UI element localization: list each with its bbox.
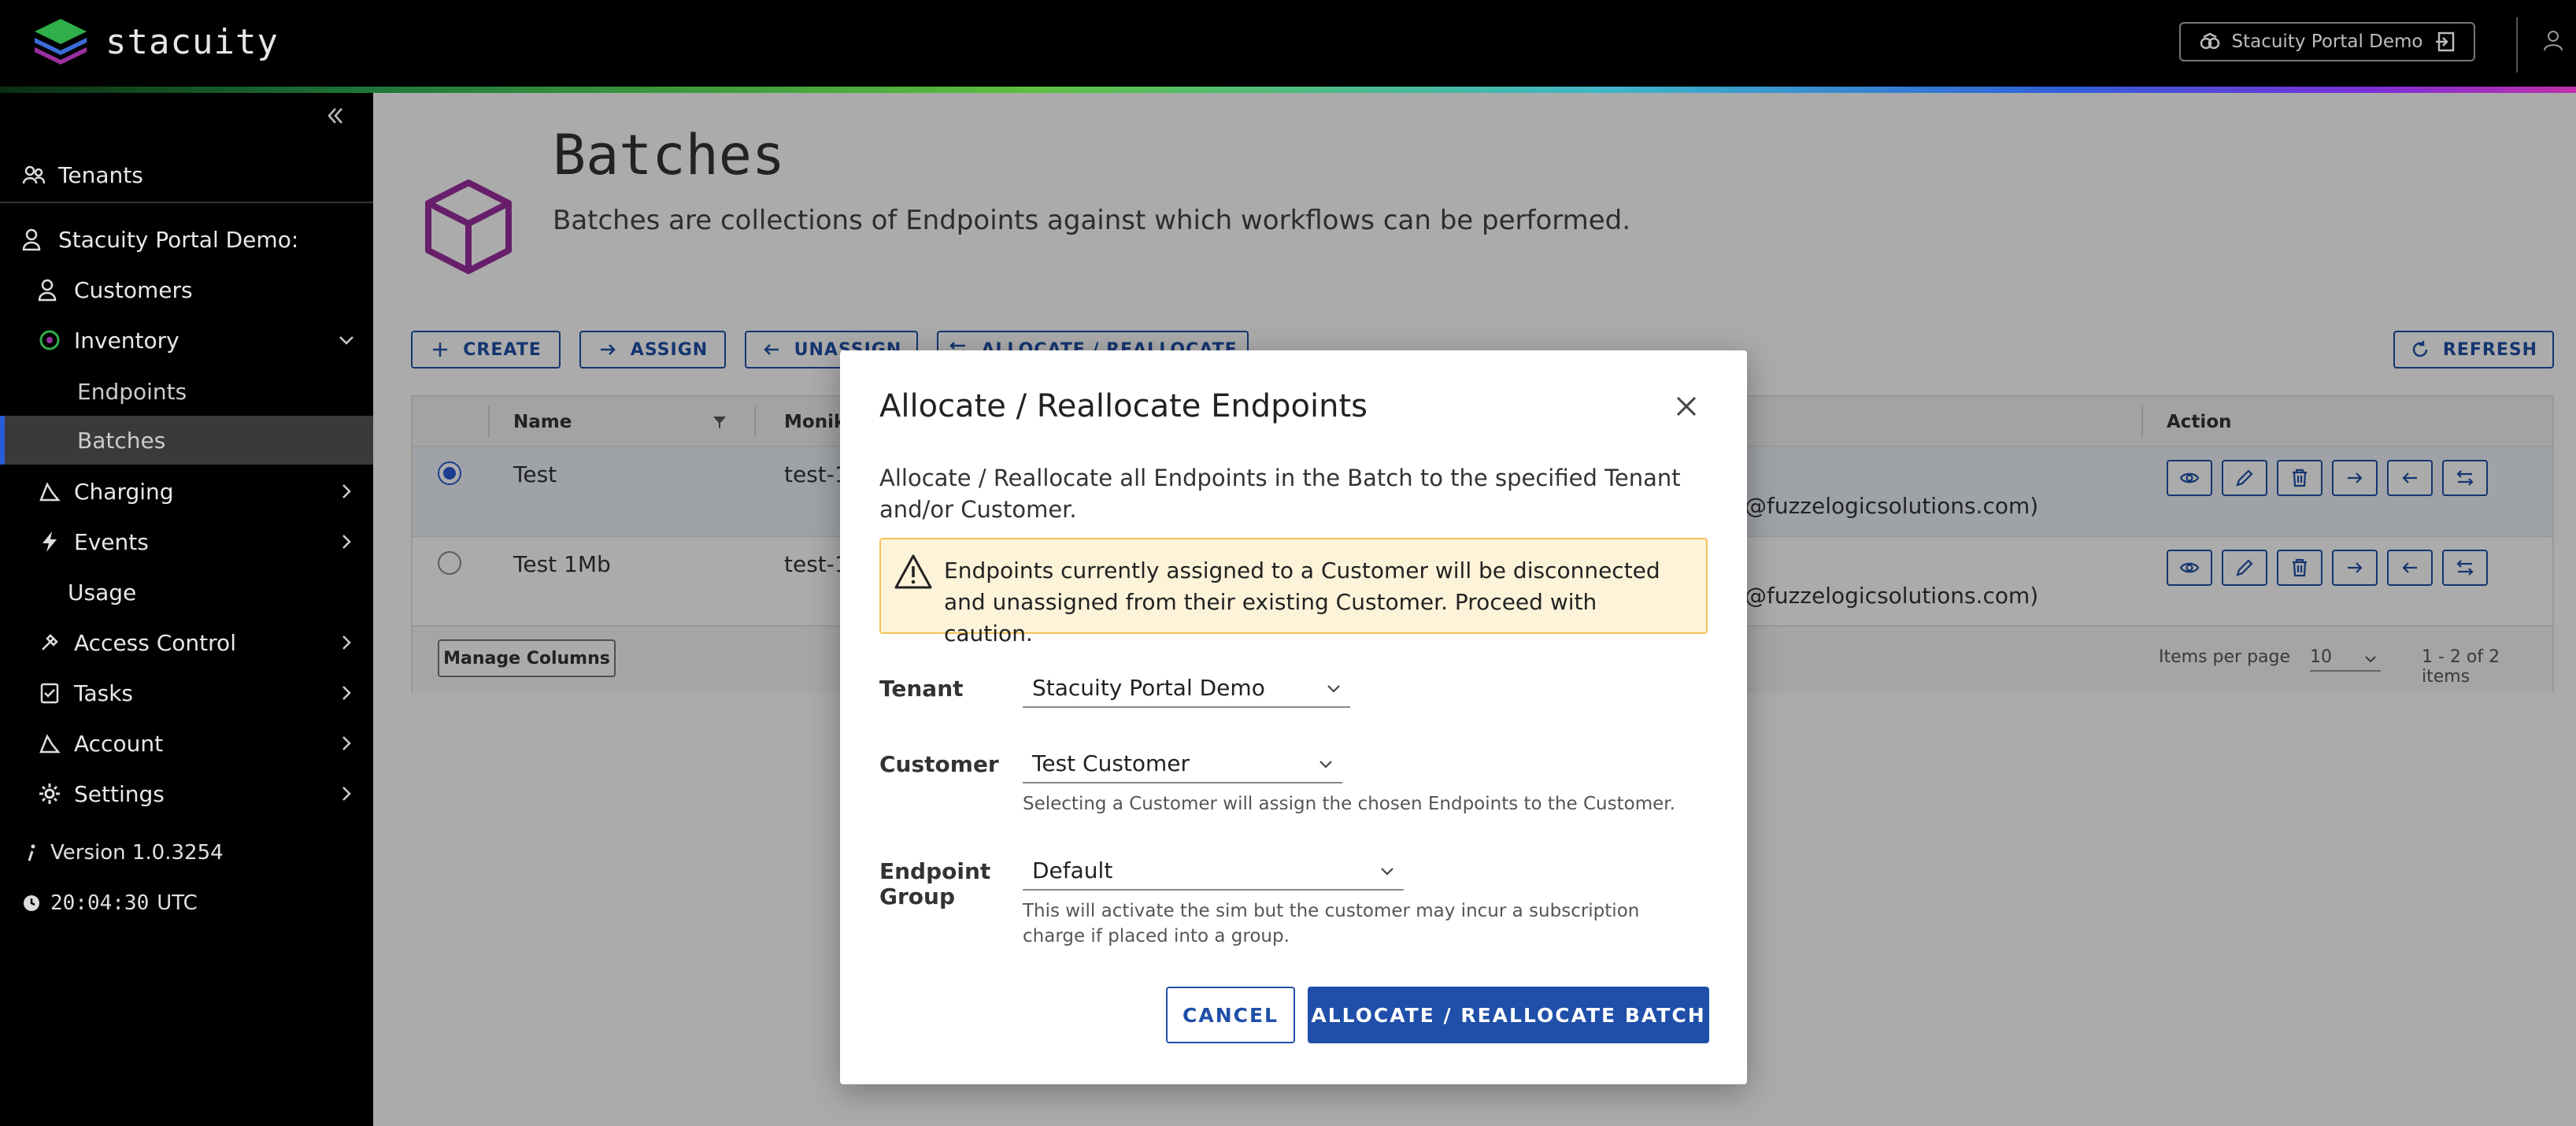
inventory-icon — [38, 328, 61, 352]
tenant-select[interactable]: Stacuity Portal Demo — [1023, 669, 1350, 708]
topbar-gradient-line — [0, 87, 2576, 93]
customer-hint: Selecting a Customer will assign the cho… — [1023, 794, 1675, 814]
user-icon[interactable] — [2541, 28, 2565, 52]
sidebar-item-tenants[interactable]: Tenants — [0, 151, 373, 198]
customer-select-value: Test Customer — [1032, 750, 1190, 776]
clock-icon — [22, 894, 41, 913]
modal-title: Allocate / Reallocate Endpoints — [879, 388, 1368, 424]
sidebar-item-settings[interactable]: Settings — [0, 770, 373, 817]
top-bar: stacuity Stacuity Portal Demo — [0, 0, 2576, 87]
sidebar-item-label: Inventory — [74, 327, 180, 354]
sidebar-item-label: Account — [74, 730, 164, 757]
sidebar-item-access-control[interactable]: Access Control — [0, 619, 373, 666]
sidebar-item-label: Settings — [74, 780, 165, 807]
sidebar-item-label: Usage — [68, 579, 137, 606]
version-text: Version 1.0.3254 — [50, 841, 224, 865]
app-name: stacuity — [105, 21, 279, 62]
sidebar-item-account[interactable]: Account — [0, 720, 373, 767]
sidebar-item-label: Tasks — [74, 680, 134, 706]
endpoint-group-select[interactable]: Default — [1023, 851, 1404, 891]
chevron-right-icon — [342, 787, 351, 801]
stacuity-logo-icon — [35, 19, 87, 65]
chevron-right-icon — [342, 535, 351, 549]
version-info: Version 1.0.3254 — [22, 841, 224, 865]
sidebar-item-tasks[interactable]: Tasks — [0, 669, 373, 717]
warning-banner: Endpoints currently assigned to a Custom… — [879, 538, 1708, 646]
warning-icon — [894, 554, 932, 589]
sidebar-item-endpoints[interactable]: Endpoints — [0, 367, 373, 416]
chevron-down-icon — [1319, 761, 1332, 769]
tasks-icon — [38, 681, 61, 705]
charging-icon — [38, 480, 61, 503]
org-name: Stacuity Portal Demo: — [58, 226, 299, 253]
org-icon — [22, 228, 46, 251]
sidebar-item-label: Batches — [77, 427, 166, 454]
switch-tenant-icon — [2435, 31, 2454, 52]
close-icon[interactable] — [1673, 393, 1700, 420]
chevron-right-icon — [342, 736, 351, 750]
chevron-down-icon — [339, 336, 353, 345]
sidebar-item-label: Customers — [74, 276, 193, 303]
chevron-right-icon — [342, 635, 351, 650]
tenant-icon — [2200, 32, 2219, 50]
sidebar-item-events[interactable]: Events — [0, 518, 373, 565]
modal-description: Allocate / Reallocate all Endpoints in t… — [879, 465, 1681, 523]
topbar-divider — [2516, 17, 2518, 72]
customer-label: Customer — [879, 751, 999, 777]
chevron-right-icon — [342, 686, 351, 700]
account-icon — [38, 732, 61, 755]
sidebar-item-charging[interactable]: Charging — [0, 468, 373, 515]
tenant-switch-label: Stacuity Portal Demo — [2231, 31, 2423, 52]
sidebar-item-label: Tenants — [58, 161, 143, 188]
sidebar-item-label: Events — [74, 528, 149, 555]
allocate-modal: Allocate / Reallocate Endpoints Allocate… — [840, 350, 1747, 1084]
sidebar-item-label: Charging — [74, 478, 174, 505]
sidebar-org-header: Stacuity Portal Demo: — [0, 216, 373, 263]
collapse-sidebar-icon[interactable] — [323, 104, 346, 128]
tenant-select-value: Stacuity Portal Demo — [1032, 674, 1265, 701]
tenant-label: Tenant — [879, 676, 964, 702]
chevron-right-icon — [342, 484, 351, 498]
tenant-switch-button[interactable]: Stacuity Portal Demo — [2179, 22, 2475, 61]
sidebar-item-batches[interactable]: Batches — [0, 416, 373, 465]
events-icon — [38, 530, 61, 554]
endpoint-group-select-value: Default — [1032, 857, 1113, 883]
customer-select[interactable]: Test Customer — [1023, 744, 1342, 783]
sidebar-divider — [0, 202, 373, 203]
gear-icon — [38, 782, 61, 806]
endpoint-group-hint: This will activate the sim but the custo… — [1023, 901, 1640, 946]
info-icon — [22, 843, 41, 862]
sidebar-item-customers[interactable]: Customers — [0, 266, 373, 313]
access-control-icon — [38, 631, 61, 654]
app-logo[interactable]: stacuity — [31, 17, 279, 66]
chevron-down-icon — [1381, 868, 1393, 876]
warning-text: Endpoints currently assigned to a Custom… — [944, 557, 1660, 646]
chevron-down-icon — [1327, 685, 1340, 693]
allocate-batch-button[interactable]: ALLOCATE / REALLOCATE BATCH — [1308, 987, 1709, 1043]
sidebar-item-inventory[interactable]: Inventory — [0, 317, 373, 364]
sidebar-item-label: Endpoints — [77, 378, 187, 405]
endpoint-group-label: Endpoint Group — [879, 858, 991, 909]
sidebar: Tenants Stacuity Portal Demo: Customers … — [0, 93, 373, 1126]
customers-icon — [38, 278, 61, 302]
clock-zone: UTC — [157, 891, 198, 915]
cancel-button[interactable]: CANCEL — [1166, 987, 1295, 1043]
clock-time: 20:04:30 — [50, 891, 150, 915]
sidebar-item-usage[interactable]: Usage — [0, 569, 373, 616]
tenants-icon — [22, 163, 46, 187]
clock-info: 20:04:30 UTC — [22, 891, 198, 915]
sidebar-item-label: Access Control — [74, 629, 236, 656]
